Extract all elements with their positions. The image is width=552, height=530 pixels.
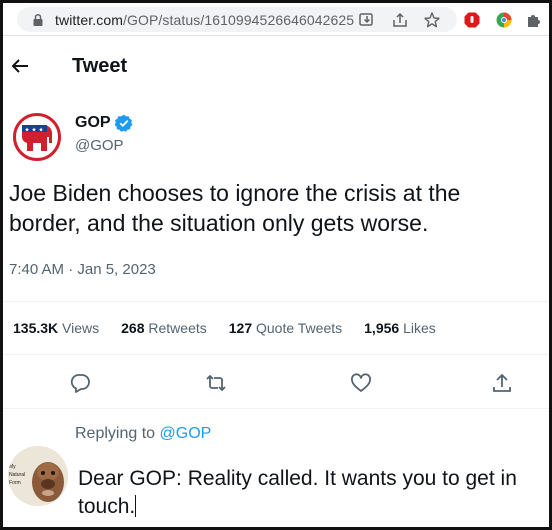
svg-text:Form: Form	[9, 480, 21, 486]
stat-likes-label: Likes	[403, 320, 436, 336]
gop-avatar[interactable]	[13, 113, 61, 161]
verified-badge-icon	[114, 114, 133, 132]
divider	[3, 354, 549, 355]
like-heart-icon[interactable]	[350, 372, 372, 394]
divider	[3, 301, 549, 302]
author-name-row: GOP	[75, 114, 133, 132]
browser-address-bar: twitter.com/GOP/status/16109945266460426…	[3, 3, 549, 36]
url-path: /GOP/status/1610994526646042625	[123, 11, 355, 28]
stat-views: 135.3K Views	[13, 320, 99, 336]
divider	[3, 408, 549, 409]
share-tweet-icon[interactable]	[491, 372, 513, 394]
tweet-text: Joe Biden chooses to ignore the crisis a…	[9, 180, 461, 236]
stat-quote-tweets[interactable]: 127 Quote Tweets	[229, 320, 342, 336]
tweet-stats: 135.3K Views 268 Retweets 127 Quote Twee…	[13, 320, 458, 336]
extensions-puzzle-icon[interactable]	[525, 11, 543, 29]
reply-input[interactable]: Dear GOP: Reality called. It wants you t…	[78, 465, 548, 521]
tweet-timestamp[interactable]: 7:40 AM · Jan 5, 2023	[9, 261, 156, 278]
replying-to-handle-link[interactable]: @GOP	[160, 425, 212, 442]
gop-elephant-logo	[21, 125, 52, 151]
install-app-icon[interactable]	[358, 11, 376, 29]
color-wheel-extension-icon[interactable]	[495, 11, 513, 29]
alf-avatar-picture: My Natural Form	[8, 446, 68, 506]
replying-to-label: Replying to @GOP	[75, 425, 211, 443]
stat-retweets-label: Retweets	[148, 320, 207, 336]
lock-icon[interactable]	[31, 13, 45, 27]
page-title: Tweet	[72, 55, 128, 77]
url-text: twitter.com/GOP/status/16109945266460426…	[55, 12, 354, 28]
bookmark-star-icon[interactable]	[423, 11, 441, 29]
stat-retweets-value: 268	[121, 320, 145, 336]
back-arrow-icon[interactable]	[10, 56, 30, 76]
retweet-icon[interactable]	[205, 372, 227, 394]
text-caret	[135, 495, 137, 517]
stat-quote-tweets-label: Quote Tweets	[256, 320, 343, 336]
adblock-extension-icon[interactable]	[463, 11, 481, 29]
reply-input-text: Dear GOP: Reality called. It wants you t…	[78, 467, 517, 518]
author-display-name[interactable]: GOP	[75, 114, 111, 132]
stat-likes-value: 1,956	[364, 320, 400, 336]
stat-likes[interactable]: 1,956 Likes	[364, 320, 436, 336]
svg-text:Natural: Natural	[9, 472, 25, 478]
stat-views-label: Views	[62, 320, 100, 336]
replying-prefix: Replying to	[75, 425, 156, 442]
share-icon[interactable]	[391, 11, 409, 29]
author-handle[interactable]: @GOP	[75, 137, 124, 154]
svg-text:My: My	[9, 464, 16, 470]
reply-user-avatar[interactable]: My Natural Form	[8, 446, 68, 506]
stat-retweets[interactable]: 268 Retweets	[121, 320, 207, 336]
reply-icon[interactable]	[69, 372, 91, 394]
stat-views-value: 135.3K	[13, 320, 59, 336]
url-host: twitter.com	[55, 11, 124, 28]
stat-quote-tweets-value: 127	[228, 320, 253, 336]
